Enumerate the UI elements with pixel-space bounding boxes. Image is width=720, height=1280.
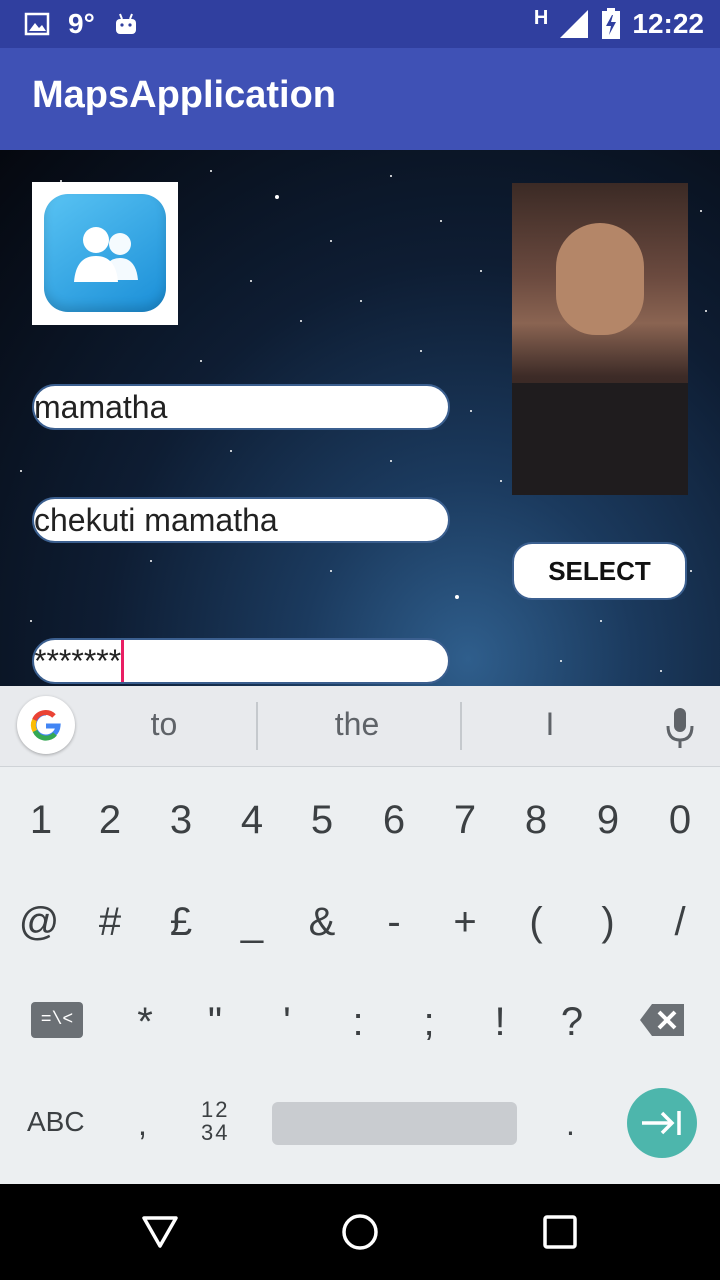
app-title: MapsApplication — [32, 74, 337, 116]
contacts-icon — [44, 194, 166, 312]
password-field[interactable]: ******* — [32, 638, 450, 684]
key-9[interactable]: 9 — [578, 798, 638, 843]
key-7[interactable]: 7 — [435, 798, 495, 843]
recents-icon[interactable] — [540, 1212, 580, 1252]
network-type: H — [533, 6, 549, 29]
more-symbols-key[interactable]: =\< — [31, 1002, 83, 1038]
key-close-paren[interactable]: ) — [578, 900, 638, 945]
google-icon[interactable] — [17, 696, 75, 754]
key-underscore[interactable]: _ — [222, 900, 282, 945]
key-double-quote[interactable]: " — [185, 1000, 245, 1045]
key-5[interactable]: 5 — [292, 798, 352, 843]
profile-photo — [512, 183, 688, 495]
key-ampersand[interactable]: & — [292, 900, 352, 945]
numpad-label-top: 12 — [201, 1097, 230, 1122]
backspace-icon[interactable] — [638, 1002, 686, 1038]
app-bar: MapsApplication — [0, 48, 720, 150]
back-icon[interactable] — [140, 1212, 180, 1252]
suggestion-bar: to the I — [0, 686, 720, 767]
suggestion-1[interactable]: to — [104, 706, 224, 743]
key-plus[interactable]: + — [435, 900, 495, 945]
signal-icon — [560, 10, 589, 38]
temperature-text: 9° — [68, 8, 95, 39]
text-cursor — [121, 640, 125, 682]
content-area: mamatha chekuti mamatha SELECT ******* — [0, 150, 720, 686]
key-colon[interactable]: : — [328, 1000, 388, 1045]
battery-charging-icon — [602, 8, 621, 39]
status-bar: 9° H 12:22 — [0, 0, 720, 48]
key-at[interactable]: @ — [9, 900, 69, 945]
suggestion-divider — [460, 702, 462, 750]
key-8[interactable]: 8 — [506, 798, 566, 843]
password-value: ******* — [34, 643, 122, 679]
key-1[interactable]: 1 — [11, 798, 71, 843]
full-name-field[interactable]: chekuti mamatha — [32, 497, 450, 543]
key-0[interactable]: 0 — [650, 798, 710, 843]
key-minus[interactable]: - — [364, 900, 424, 945]
microphone-icon[interactable] — [664, 706, 696, 750]
contacts-logo — [32, 182, 178, 325]
suggestion-divider — [256, 702, 258, 750]
numpad-label-bottom: 34 — [201, 1120, 230, 1145]
suggestion-3[interactable]: I — [490, 706, 610, 743]
key-6[interactable]: 6 — [364, 798, 424, 843]
key-open-paren[interactable]: ( — [506, 900, 566, 945]
next-arrow-icon — [642, 1111, 681, 1135]
comma-key[interactable]: , — [138, 1106, 147, 1143]
profile-face — [556, 223, 644, 335]
full-name-value: chekuti mamatha — [34, 502, 278, 538]
profile-shirt — [512, 383, 688, 495]
period-key[interactable]: . — [566, 1106, 575, 1143]
key-exclamation[interactable]: ! — [470, 1000, 530, 1045]
home-icon[interactable] — [340, 1212, 380, 1252]
key-pound[interactable]: £ — [151, 900, 211, 945]
keyboard: to the I 1 2 3 4 5 6 7 8 9 0 @ # £ _ & -… — [0, 686, 720, 1184]
enter-key[interactable] — [627, 1088, 697, 1158]
space-bar[interactable] — [272, 1102, 517, 1145]
key-2[interactable]: 2 — [80, 798, 140, 843]
android-icon — [115, 13, 136, 34]
abc-key[interactable]: ABC — [27, 1106, 85, 1138]
key-single-quote[interactable]: ' — [257, 1000, 317, 1045]
numpad-key[interactable]: 12 34 — [201, 1098, 229, 1144]
key-hash[interactable]: # — [80, 900, 140, 945]
first-name-value: mamatha — [34, 389, 168, 425]
first-name-field[interactable]: mamatha — [32, 384, 450, 430]
key-asterisk[interactable]: * — [115, 1000, 175, 1045]
key-3[interactable]: 3 — [151, 798, 211, 843]
key-question[interactable]: ? — [542, 1000, 602, 1045]
clock: 12:22 — [632, 8, 704, 39]
key-4[interactable]: 4 — [222, 798, 282, 843]
select-button[interactable]: SELECT — [512, 542, 687, 600]
suggestion-2[interactable]: the — [297, 706, 417, 743]
key-semicolon[interactable]: ; — [399, 1000, 459, 1045]
key-slash[interactable]: / — [650, 900, 710, 945]
image-icon — [24, 12, 50, 36]
navigation-bar — [0, 1184, 720, 1280]
